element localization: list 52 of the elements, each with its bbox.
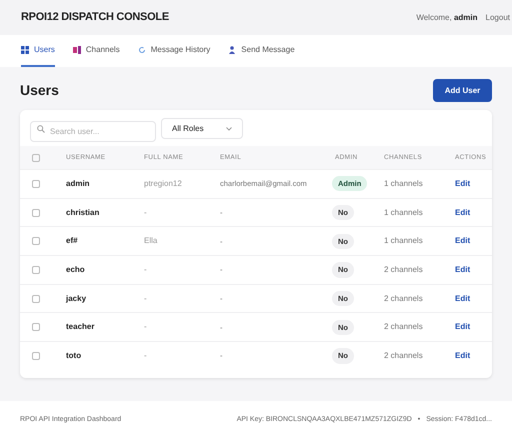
welcome-text: Welcome, admin xyxy=(416,12,478,24)
row-checkbox[interactable] xyxy=(32,208,40,217)
row-checkbox[interactable] xyxy=(32,237,40,246)
person-icon xyxy=(228,46,236,54)
app-title: RPOI12 DISPATCH CONSOLE xyxy=(21,10,169,26)
row-checkbox[interactable] xyxy=(32,294,40,303)
full-name-cell-text: - xyxy=(144,292,148,305)
edit-link[interactable]: Edit xyxy=(455,235,492,248)
nav-tab[interactable]: Message History xyxy=(138,35,210,67)
grid-icon xyxy=(21,46,29,54)
edit-link[interactable]: Edit xyxy=(455,292,492,305)
channels-cell-text: 2 channels xyxy=(384,321,424,334)
username-cell-text: ef# xyxy=(66,235,79,248)
channels-cell-text: 2 channels xyxy=(384,350,424,362)
select-all-checkbox[interactable] xyxy=(32,154,40,162)
username-cell-text: admin xyxy=(66,178,91,190)
role-dropdown[interactable]: All Roles xyxy=(161,118,243,139)
edit-link[interactable]: Edit xyxy=(455,321,492,334)
nav-tab[interactable]: Send Message xyxy=(228,35,295,67)
channels-cell-text: 1 channels xyxy=(384,178,424,190)
full-name-cell-text: - xyxy=(144,206,148,219)
search-field[interactable]: Search user... xyxy=(30,121,156,142)
username-cell-text: christian xyxy=(66,206,100,219)
full-name-cell-text: - xyxy=(144,350,148,362)
row-checkbox[interactable] xyxy=(32,352,40,360)
full-name-cell-text: - xyxy=(144,264,148,276)
channels-cell-text: 2 channels xyxy=(384,292,424,305)
full-name-cell-text: - xyxy=(144,321,148,334)
edit-link[interactable]: Edit xyxy=(455,350,492,362)
row-checkbox[interactable] xyxy=(32,180,40,188)
edit-link[interactable]: Edit xyxy=(455,178,492,190)
username-cell-text: teacher xyxy=(66,321,96,334)
nav-tab[interactable]: Channels xyxy=(72,35,120,67)
row-checkbox[interactable] xyxy=(32,266,40,274)
chevron-icon xyxy=(226,126,232,130)
edit-link[interactable]: Edit xyxy=(455,264,492,276)
nav-tab[interactable]: Users xyxy=(21,35,55,67)
channels-cell-text: 2 channels xyxy=(384,264,424,276)
page-title: Users xyxy=(20,81,59,100)
row-checkbox[interactable] xyxy=(32,323,40,332)
channels-cell-text: 1 channels xyxy=(384,206,424,219)
edit-link[interactable]: Edit xyxy=(455,206,492,219)
username-cell-text: echo xyxy=(66,264,86,276)
logout-link[interactable]: Logout xyxy=(486,12,510,24)
channels-cell-text: 1 channels xyxy=(384,235,424,248)
full-name-cell-text: ptregion12 xyxy=(144,178,183,190)
full-name-cell-text: Ella xyxy=(144,235,158,248)
search-icon xyxy=(37,124,45,132)
username-cell-text: jacky xyxy=(66,292,88,305)
bars-icon xyxy=(72,46,81,54)
add-user-button[interactable]: Add User xyxy=(433,79,492,102)
username-cell-text: toto xyxy=(66,350,82,362)
